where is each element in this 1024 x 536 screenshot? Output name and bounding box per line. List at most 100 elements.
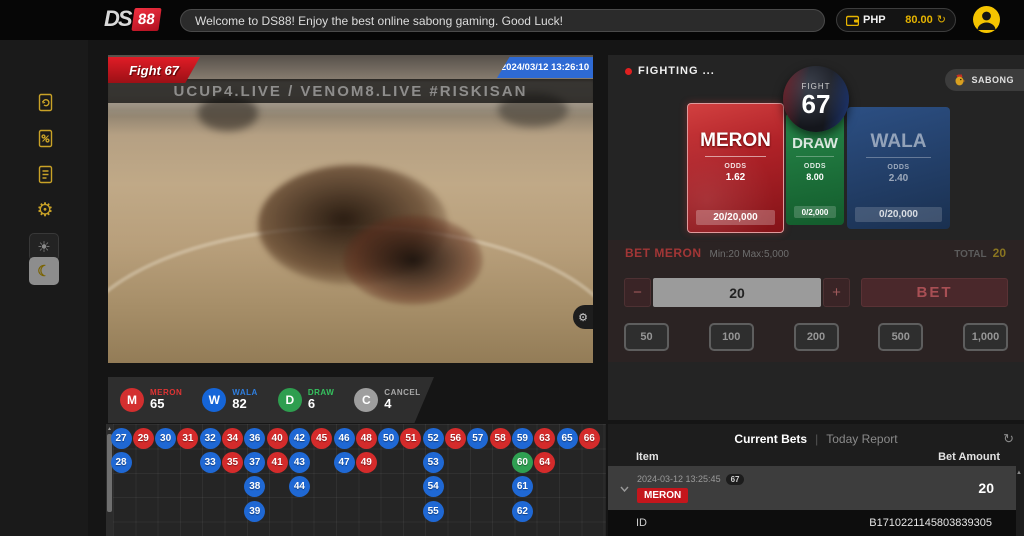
tab-today-report[interactable]: Today Report [826, 432, 897, 446]
draw-odds-label: ODDS [804, 163, 826, 170]
summary-letter-circle: C [354, 388, 378, 412]
ds88-logo[interactable]: DS 88 [104, 6, 159, 32]
wallet-icon [846, 15, 859, 26]
fight-number-badge: Fight 67 [108, 57, 200, 83]
wala-bet-card[interactable]: WALA ODDS 2.40 0/20,000 [847, 107, 950, 229]
logo-ds-text: DS [104, 6, 131, 32]
result-cell-50: 50 [378, 428, 399, 449]
summary-letter-circle: M [120, 388, 144, 412]
wala-title: WALA [871, 131, 927, 153]
summary-count: 6 [308, 397, 334, 411]
balance-refresh-icon[interactable]: ↻ [937, 15, 946, 26]
left-sidebar: ⚙ ☀ ☾ [0, 40, 88, 536]
scrollbar-thumb[interactable] [107, 434, 112, 512]
rooster-silhouette [343, 215, 483, 305]
bet-limits: Min:20 Max:5,000 [710, 249, 790, 260]
tab-current-bets[interactable]: Current Bets [734, 432, 807, 446]
wallet-balance[interactable]: PHP 80.00 ↻ [836, 8, 956, 32]
column-item: Item [636, 451, 659, 463]
result-cell-58: 58 [490, 428, 511, 449]
bet-total: TOTAL 20 [954, 246, 1006, 260]
bet-submit-button[interactable]: BET [861, 278, 1008, 307]
result-cell-39: 39 [244, 501, 265, 522]
settings-gear-icon[interactable]: ⚙ [31, 196, 59, 224]
bet-history-row[interactable]: 2024-03-12 13:25:45 67 MERON 20 [608, 466, 1016, 510]
rebate-report-icon[interactable] [31, 124, 59, 152]
provider-badge[interactable]: SABONG [945, 69, 1024, 91]
status-text: FIGHTING ... [638, 65, 715, 77]
divider [796, 156, 833, 157]
result-cell-43: 43 [289, 452, 310, 473]
currency-label: PHP [863, 14, 886, 26]
result-cell-65: 65 [557, 428, 578, 449]
dark-mode-icon[interactable]: ☾ [29, 257, 59, 285]
draw-title: DRAW [792, 135, 838, 152]
summary-count: 65 [150, 397, 182, 411]
result-cell-64: 64 [534, 452, 555, 473]
result-cell-28: 28 [111, 452, 132, 473]
meron-odds-value: 1.62 [726, 172, 745, 183]
meron-odds-label: ODDS [724, 163, 746, 170]
game-rules-icon[interactable] [31, 160, 59, 188]
results-road-grid: ▲ 27282930313233343536373839404142434445… [106, 424, 606, 536]
column-bet-amount: Bet Amount [938, 451, 1000, 463]
user-avatar[interactable] [972, 5, 1001, 34]
wala-amount-bar: 0/20,000 [855, 207, 942, 222]
provider-label: SABONG [971, 75, 1014, 85]
chevron-down-icon[interactable] [620, 479, 629, 497]
wala-odds-label: ODDS [887, 164, 909, 171]
divider [866, 157, 932, 158]
quick-amount-row: 50 100 200 500 1,000 [608, 321, 1024, 353]
summary-texts: WALA82 [232, 388, 258, 411]
result-cell-62: 62 [512, 501, 533, 522]
summary-item-wala: WWALA82 [202, 388, 258, 412]
bets-tabs: Current Bets | Today Report [608, 430, 1024, 448]
camera-gear-icon: ⚙ [578, 311, 588, 324]
fight-number: 67 [802, 91, 831, 117]
result-cell-40: 40 [267, 428, 288, 449]
result-cell-42: 42 [289, 428, 310, 449]
summary-count: 82 [232, 397, 258, 411]
summary-texts: MERON65 [150, 388, 182, 411]
quick-amount-100[interactable]: 100 [709, 323, 754, 351]
bet-side-label: BET MERON [625, 246, 702, 260]
wala-odds-value: 2.40 [889, 173, 908, 184]
amount-plus-button[interactable]: + [823, 278, 850, 307]
live-video-player[interactable]: UCUP4.LIVE / VENOM8.LIVE #RISKISAN Fight… [108, 55, 593, 363]
welcome-marquee: Welcome to DS88! Enjoy the best online s… [180, 9, 825, 32]
current-bets-panel: Current Bets | Today Report ↻ Item Bet A… [608, 424, 1024, 536]
result-cell-45: 45 [311, 428, 332, 449]
draw-amount-bar: 0/2,000 [794, 206, 836, 218]
quick-amount-50[interactable]: 50 [624, 323, 669, 351]
summary-count: 4 [384, 397, 420, 411]
total-value: 20 [993, 246, 1006, 260]
result-cell-29: 29 [133, 428, 154, 449]
sabong-app: DS 88 Welcome to DS88! Enjoy the best on… [0, 0, 1024, 536]
stream-watermark-text: UCUP4.LIVE / VENOM8.LIVE #RISKISAN [174, 83, 528, 100]
bets-column-headers: Item Bet Amount [608, 451, 1024, 463]
result-cell-57: 57 [467, 428, 488, 449]
fight-status: FIGHTING ... [625, 65, 715, 77]
meron-bet-card[interactable]: MERON ODDS 1.62 20/20,000 [687, 103, 784, 233]
bet-fight-badge: 67 [726, 474, 745, 485]
bet-amount-value: 20 [978, 480, 994, 496]
result-cell-47: 47 [334, 452, 355, 473]
quick-amount-200[interactable]: 200 [794, 323, 839, 351]
result-cell-63: 63 [534, 428, 555, 449]
meron-amount-bar: 20/20,000 [696, 210, 775, 225]
bets-refresh-icon[interactable]: ↻ [1003, 431, 1014, 447]
list-scroll-up-icon[interactable]: ▲ [1016, 470, 1022, 476]
bet-id-label: ID [636, 517, 647, 529]
summary-item-meron: M MERON65 [120, 388, 182, 412]
video-settings-tab[interactable]: ⚙ [573, 305, 593, 329]
bet-records-icon[interactable] [31, 88, 59, 116]
stream-timestamp-badge: 2024/03/12 13:26:10 [497, 57, 593, 78]
result-cell-48: 48 [356, 428, 377, 449]
bet-amount-input[interactable] [653, 278, 821, 307]
bet-side-badge: MERON [637, 488, 688, 503]
amount-minus-button[interactable]: − [624, 278, 651, 307]
bet-row-main: 2024-03-12 13:25:45 67 MERON [637, 474, 744, 503]
results-summary-strip: MMERON65WWALA82DDRAW6CCANCEL4 [108, 377, 434, 423]
quick-amount-1000[interactable]: 1,000 [963, 323, 1008, 351]
quick-amount-500[interactable]: 500 [878, 323, 923, 351]
